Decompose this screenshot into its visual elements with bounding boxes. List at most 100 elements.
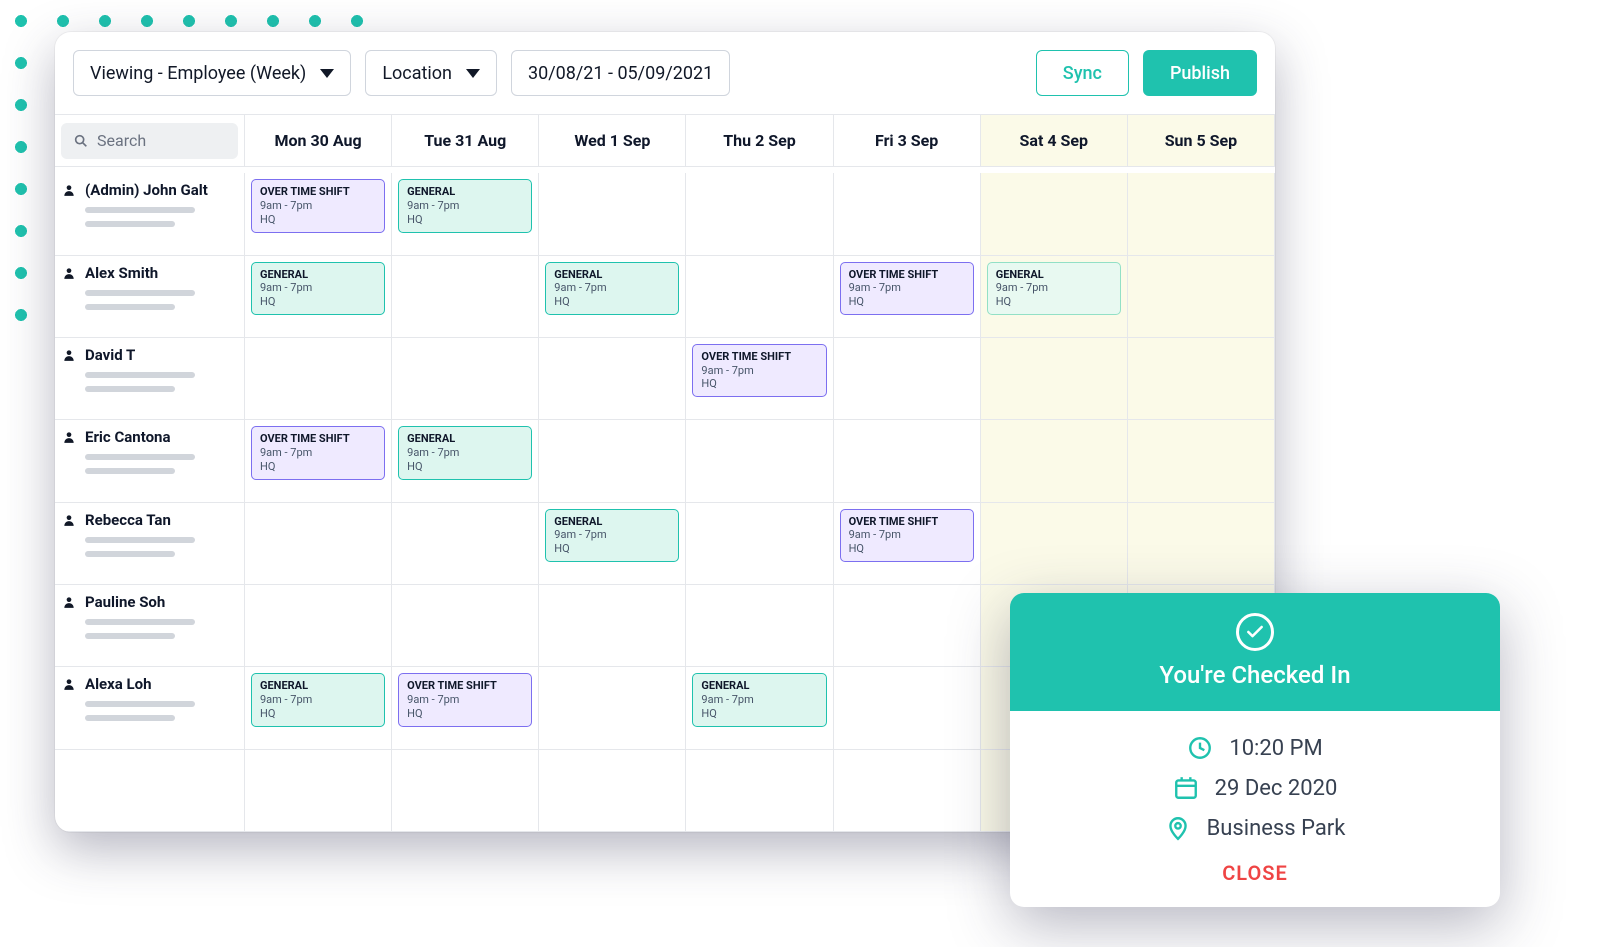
shift-location: HQ — [407, 213, 523, 227]
employee-cell[interactable]: (Admin) John Galt — [55, 173, 245, 255]
general-shift-card[interactable]: GENERAL 9am - 7pm HQ — [251, 262, 385, 315]
overtime-shift-card[interactable]: OVER TIME SHIFT 9am - 7pm HQ — [398, 673, 532, 726]
shift-location: HQ — [260, 707, 376, 721]
employee-cell[interactable]: Pauline Soh — [55, 585, 245, 667]
day-cell[interactable] — [834, 585, 981, 667]
overtime-shift-card[interactable]: OVER TIME SHIFT 9am - 7pm HQ — [251, 179, 385, 232]
day-cell[interactable] — [539, 667, 686, 749]
day-cell[interactable] — [686, 750, 833, 832]
general-shift-card[interactable]: GENERAL 9am - 7pm HQ — [251, 673, 385, 726]
day-cell[interactable]: GENERAL 9am - 7pm HQ — [539, 503, 686, 585]
shift-title: OVER TIME SHIFT — [701, 350, 817, 364]
overtime-shift-card[interactable]: OVER TIME SHIFT 9am - 7pm HQ — [840, 509, 974, 562]
day-cell[interactable] — [981, 420, 1128, 502]
employee-name: Alex Smith — [85, 264, 158, 282]
date-range-picker[interactable]: 30/08/21 - 05/09/2021 — [511, 50, 730, 96]
day-cell[interactable] — [392, 750, 539, 832]
day-cell[interactable] — [834, 420, 981, 502]
general-shift-card[interactable]: GENERAL 9am - 7pm HQ — [545, 509, 679, 562]
day-header: Sun 5 Sep — [1128, 115, 1275, 167]
employee-cell[interactable]: Rebecca Tan — [55, 503, 245, 585]
day-cell[interactable] — [539, 420, 686, 502]
popup-heading: You're Checked In — [1010, 661, 1500, 689]
day-cell[interactable] — [686, 256, 833, 338]
day-cell[interactable] — [1128, 173, 1275, 255]
day-cell[interactable] — [245, 750, 392, 832]
location-label: Location — [382, 63, 452, 84]
general-shift-card[interactable]: GENERAL 9am - 7pm HQ — [398, 179, 532, 232]
day-cell[interactable]: GENERAL 9am - 7pm HQ — [392, 173, 539, 255]
shift-location: HQ — [701, 707, 817, 721]
shift-time: 9am - 7pm — [407, 446, 523, 460]
employee-name: Pauline Soh — [85, 593, 165, 611]
view-mode-dropdown[interactable]: Viewing - Employee (Week) — [73, 50, 351, 96]
day-cell[interactable] — [539, 750, 686, 832]
skeleton-line — [85, 715, 175, 721]
day-cell[interactable]: OVER TIME SHIFT 9am - 7pm HQ — [686, 338, 833, 420]
day-cell[interactable] — [539, 585, 686, 667]
day-cell[interactable] — [834, 667, 981, 749]
day-cell[interactable] — [245, 585, 392, 667]
skeleton-line — [85, 701, 195, 707]
day-cell[interactable] — [686, 173, 833, 255]
day-cell[interactable] — [1128, 420, 1275, 502]
shift-location: HQ — [554, 295, 670, 309]
general-shift-card[interactable]: GENERAL 9am - 7pm HQ — [398, 426, 532, 479]
day-cell[interactable] — [981, 503, 1128, 585]
location-dropdown[interactable]: Location — [365, 50, 497, 96]
employee-cell[interactable]: David T — [55, 338, 245, 420]
day-cell[interactable] — [834, 173, 981, 255]
day-cell[interactable] — [392, 338, 539, 420]
skeleton-line — [85, 633, 175, 639]
general-shift-card[interactable]: GENERAL 9am - 7pm HQ — [692, 673, 826, 726]
day-cell[interactable]: OVER TIME SHIFT 9am - 7pm HQ — [245, 173, 392, 255]
day-cell[interactable]: GENERAL 9am - 7pm HQ — [245, 667, 392, 749]
day-cell[interactable]: GENERAL 9am - 7pm HQ — [245, 256, 392, 338]
day-cell[interactable] — [392, 585, 539, 667]
general-shift-card[interactable]: GENERAL 9am - 7pm HQ — [545, 262, 679, 315]
day-cell[interactable]: OVER TIME SHIFT 9am - 7pm HQ — [834, 256, 981, 338]
publish-button[interactable]: Publish — [1143, 50, 1257, 96]
overtime-shift-card[interactable]: OVER TIME SHIFT 9am - 7pm HQ — [251, 426, 385, 479]
shift-time: 9am - 7pm — [849, 528, 965, 542]
day-cell[interactable] — [686, 420, 833, 502]
day-cell[interactable] — [539, 173, 686, 255]
day-cell[interactable] — [1128, 256, 1275, 338]
general-shift-card[interactable]: GENERAL 9am - 7pm HQ — [987, 262, 1121, 315]
employee-cell[interactable]: Alexa Loh — [55, 667, 245, 749]
sync-button[interactable]: Sync — [1036, 50, 1129, 96]
view-mode-label: Viewing - Employee (Week) — [90, 63, 306, 84]
day-cell[interactable]: GENERAL 9am - 7pm HQ — [539, 256, 686, 338]
day-cell[interactable] — [981, 173, 1128, 255]
day-cell[interactable] — [686, 585, 833, 667]
day-cell[interactable] — [1128, 503, 1275, 585]
day-cell[interactable] — [981, 338, 1128, 420]
day-cell[interactable] — [392, 503, 539, 585]
day-cell[interactable]: GENERAL 9am - 7pm HQ — [392, 420, 539, 502]
day-cell[interactable]: OVER TIME SHIFT 9am - 7pm HQ — [392, 667, 539, 749]
overtime-shift-card[interactable]: OVER TIME SHIFT 9am - 7pm HQ — [840, 262, 974, 315]
day-cell[interactable] — [686, 503, 833, 585]
day-cell[interactable] — [539, 338, 686, 420]
day-cell[interactable] — [392, 256, 539, 338]
person-icon — [61, 676, 77, 692]
day-header: Tue 31 Aug — [392, 115, 539, 167]
day-cell[interactable] — [834, 750, 981, 832]
overtime-shift-card[interactable]: OVER TIME SHIFT 9am - 7pm HQ — [692, 344, 826, 397]
search-input[interactable]: Search — [61, 123, 238, 159]
day-cell[interactable] — [245, 338, 392, 420]
day-cell[interactable] — [245, 503, 392, 585]
shift-location: HQ — [407, 707, 523, 721]
day-cell[interactable]: GENERAL 9am - 7pm HQ — [981, 256, 1128, 338]
shift-title: OVER TIME SHIFT — [260, 432, 376, 446]
day-cell[interactable] — [1128, 338, 1275, 420]
employee-cell[interactable] — [55, 750, 245, 832]
employee-cell[interactable]: Eric Cantona — [55, 420, 245, 502]
day-cell[interactable]: OVER TIME SHIFT 9am - 7pm HQ — [245, 420, 392, 502]
shift-time: 9am - 7pm — [701, 364, 817, 378]
day-cell[interactable]: GENERAL 9am - 7pm HQ — [686, 667, 833, 749]
day-cell[interactable]: OVER TIME SHIFT 9am - 7pm HQ — [834, 503, 981, 585]
day-cell[interactable] — [834, 338, 981, 420]
close-button[interactable]: CLOSE — [1040, 855, 1470, 889]
employee-cell[interactable]: Alex Smith — [55, 256, 245, 338]
